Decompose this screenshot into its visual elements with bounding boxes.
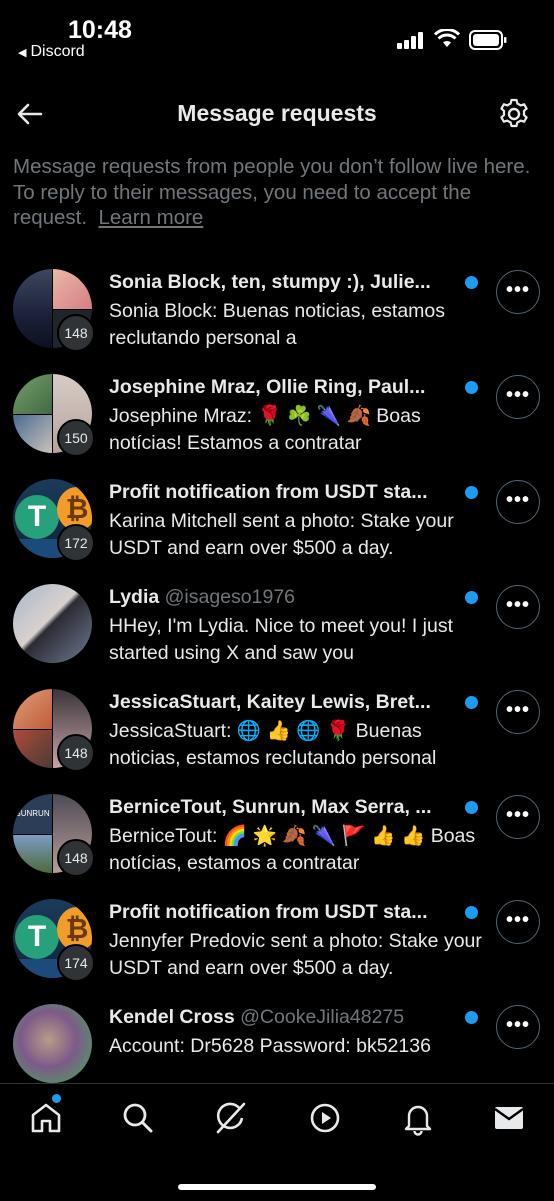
unread-dot xyxy=(465,1011,478,1024)
more-options-button[interactable]: ••• xyxy=(496,795,540,839)
notifications-icon[interactable] xyxy=(400,1100,436,1136)
member-count-badge: 150 xyxy=(57,419,95,457)
member-count-badge: 148 xyxy=(57,839,95,877)
signal-icon xyxy=(397,32,423,49)
member-count-badge: 148 xyxy=(57,314,95,352)
bottom-nav xyxy=(0,1083,554,1201)
more-icon: ••• xyxy=(505,384,530,406)
more-options-button[interactable]: ••• xyxy=(496,1005,540,1049)
user-handle: @CookeJilia48275 xyxy=(240,1006,405,1028)
unread-dot xyxy=(465,696,478,709)
request-item[interactable]: Lydia @isageso1976 HHey, I'm Lydia. Nice… xyxy=(0,577,554,681)
conversation-name: Profit notification from USDT sta... xyxy=(109,901,428,923)
request-item[interactable]: T ₿ 172 Profit notification from USDT st… xyxy=(0,472,554,576)
conversation-name: Sonia Block, ten, stumpy :), Julie... xyxy=(109,271,431,293)
more-options-button[interactable]: ••• xyxy=(496,375,540,419)
message-preview: JessicaStuart: 🌐 👍 🌐 🌹 Buenas noticias, … xyxy=(109,720,437,769)
more-icon: ••• xyxy=(505,909,530,931)
more-options-button[interactable]: ••• xyxy=(496,690,540,734)
member-count-badge: 174 xyxy=(57,944,95,982)
message-preview: BerniceTout: 🌈 🌟 🍂 🌂 🚩 👍 👍 Boas notícias… xyxy=(109,825,476,874)
message-preview: Jennyfer Predovic sent a photo: Stake yo… xyxy=(109,930,482,979)
settings-gear-icon[interactable] xyxy=(496,96,532,132)
unread-dot xyxy=(465,276,478,289)
conversation-name: Profit notification from USDT sta... xyxy=(109,481,428,503)
unread-dot xyxy=(465,591,478,604)
message-preview: Karina Mitchell sent a photo: Stake your… xyxy=(109,510,454,559)
home-indicator xyxy=(178,1184,376,1190)
home-icon[interactable] xyxy=(28,1100,64,1136)
wifi-icon xyxy=(434,29,460,47)
unread-dot xyxy=(465,906,478,919)
intro-description: Message requests from people you don’t f… xyxy=(13,155,531,229)
more-options-button[interactable]: ••• xyxy=(496,585,540,629)
learn-more-link[interactable]: Learn more xyxy=(98,206,203,229)
status-bar: 10:48 ◀ Discord xyxy=(0,0,554,70)
more-icon: ••• xyxy=(505,279,530,301)
back-to-app-link[interactable]: ◀ Discord xyxy=(18,43,85,61)
top-bar: Message requests xyxy=(0,82,554,146)
user-handle: @isageso1976 xyxy=(164,586,296,608)
more-icon: ••• xyxy=(505,594,530,616)
search-icon[interactable] xyxy=(120,1100,156,1136)
message-preview: Account: Dr5628 Password: bk52136 xyxy=(109,1035,431,1057)
back-app-label: Discord xyxy=(30,43,85,60)
conversation-name: Lydia @isageso1976 xyxy=(109,586,296,608)
battery-icon xyxy=(469,30,507,50)
request-item[interactable]: T ₿ 174 Profit notification from USDT st… xyxy=(0,892,554,996)
intro-text: Message requests from people you don’t f… xyxy=(13,154,543,231)
request-item[interactable]: 150 Josephine Mraz, Ollie Ring, Paul... … xyxy=(0,367,554,471)
messages-icon[interactable] xyxy=(491,1100,527,1136)
page-title: Message requests xyxy=(177,100,377,126)
request-item[interactable]: SUNRUN 148 BerniceTout, Sunrun, Max Serr… xyxy=(0,787,554,891)
request-item[interactable]: 148 JessicaStuart, Kaitey Lewis, Bret...… xyxy=(0,682,554,786)
user-avatar xyxy=(13,1004,92,1083)
more-options-button[interactable]: ••• xyxy=(496,270,540,314)
more-options-button[interactable]: ••• xyxy=(496,480,540,524)
user-avatar xyxy=(13,584,92,663)
unread-dot xyxy=(465,486,478,499)
unread-dot xyxy=(465,381,478,394)
conversation-name: BerniceTout, Sunrun, Max Serra, ... xyxy=(109,796,432,818)
request-item[interactable]: 148 Sonia Block, ten, stumpy :), Julie..… xyxy=(0,262,554,366)
conversation-name: JessicaStuart, Kaitey Lewis, Bret... xyxy=(109,691,431,713)
message-preview: Josephine Mraz: 🌹 ☘️ 🌂 🍂 Boas notícias! … xyxy=(109,405,421,454)
more-icon: ••• xyxy=(505,804,530,826)
member-count-badge: 172 xyxy=(57,524,95,562)
more-options-button[interactable]: ••• xyxy=(496,900,540,944)
more-icon: ••• xyxy=(505,699,530,721)
status-time: 10:48 xyxy=(68,16,132,44)
more-icon: ••• xyxy=(505,1014,530,1036)
more-icon: ••• xyxy=(505,489,530,511)
conversation-name: Kendel Cross @CookeJilia48275 xyxy=(109,1006,405,1028)
conversation-name: Josephine Mraz, Ollie Ring, Paul... xyxy=(109,376,426,398)
grok-icon[interactable] xyxy=(213,1100,249,1136)
member-count-badge: 148 xyxy=(57,734,95,772)
message-preview: Sonia Block: Buenas noticias, estamos re… xyxy=(109,300,446,349)
video-icon[interactable] xyxy=(307,1100,343,1136)
message-preview: HHey, I'm Lydia. Nice to meet you! I jus… xyxy=(109,615,454,664)
unread-dot xyxy=(465,801,478,814)
